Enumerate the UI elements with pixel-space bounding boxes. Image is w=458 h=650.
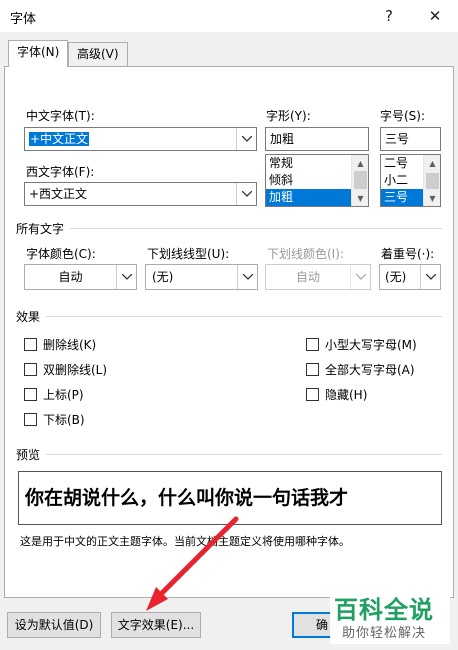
double-strikethrough-checkbox[interactable]: 双删除线(L) bbox=[24, 361, 107, 378]
scroll-down-icon[interactable]: ▼ bbox=[424, 190, 440, 206]
checkbox-box[interactable] bbox=[24, 363, 37, 376]
west-font-label: 西文字体(F): bbox=[26, 165, 95, 179]
checkbox-label: 隐藏(H) bbox=[325, 388, 368, 402]
tab-advanced[interactable]: 高级(V) bbox=[68, 42, 128, 66]
west-font-value: +西文正文 bbox=[29, 187, 88, 201]
checkbox-box[interactable] bbox=[24, 338, 37, 351]
chevron-down-icon[interactable] bbox=[237, 265, 257, 289]
underline-style-select[interactable]: (无) bbox=[145, 264, 258, 290]
section-title: 效果 bbox=[16, 310, 41, 324]
tab-font[interactable]: 字体(N) bbox=[8, 40, 69, 67]
close-button[interactable]: ✕ bbox=[422, 4, 448, 28]
checkbox-box[interactable] bbox=[306, 338, 319, 351]
dialog-title: 字体 bbox=[10, 12, 37, 27]
style-label: 字形(Y): bbox=[266, 109, 311, 123]
effects-section: 效果 bbox=[16, 308, 442, 325]
section-title: 预览 bbox=[16, 448, 41, 462]
all-text-section: 所有文字 bbox=[16, 220, 442, 237]
checkbox-label: 双删除线(L) bbox=[43, 363, 108, 377]
size-input[interactable]: 三号 bbox=[380, 127, 441, 151]
scroll-up-icon[interactable]: ▲ bbox=[424, 155, 440, 171]
text-effects-button[interactable]: 文字效果(E)... bbox=[111, 612, 201, 638]
chevron-down-icon bbox=[350, 265, 370, 289]
scroll-up-icon[interactable]: ▲ bbox=[352, 155, 368, 171]
strikethrough-checkbox[interactable]: 删除线(K) bbox=[24, 336, 96, 353]
underline-color-label: 下划线颜色(I): bbox=[267, 247, 344, 261]
underline-style-value: (无) bbox=[152, 270, 174, 284]
underline-color-select: 自动 bbox=[265, 264, 371, 290]
emphasis-label: 着重号(·): bbox=[381, 247, 435, 261]
checkbox-label: 上标(P) bbox=[43, 388, 84, 402]
watermark-title: 百科全说 bbox=[334, 596, 434, 624]
checkbox-box[interactable] bbox=[306, 388, 319, 401]
red-arrow-icon bbox=[146, 516, 239, 611]
set-default-button[interactable]: 设为默认值(D) bbox=[7, 612, 101, 638]
chevron-down-icon[interactable] bbox=[236, 128, 256, 150]
chevron-down-icon[interactable] bbox=[420, 265, 440, 289]
cn-font-select[interactable]: +中文正文 bbox=[24, 127, 257, 151]
hidden-checkbox[interactable]: 隐藏(H) bbox=[306, 386, 367, 403]
scroll-thumb[interactable] bbox=[354, 171, 367, 189]
style-listbox[interactable]: 常规 倾斜 加粗 ▲ ▼ bbox=[265, 154, 369, 207]
section-title: 所有文字 bbox=[16, 222, 65, 236]
help-button[interactable]: ? bbox=[376, 4, 402, 28]
checkbox-box[interactable] bbox=[24, 388, 37, 401]
scroll-thumb[interactable] bbox=[426, 173, 439, 189]
style-input[interactable]: 加粗 bbox=[265, 127, 369, 151]
checkbox-label: 全部大写字母(A) bbox=[325, 363, 415, 377]
all-caps-checkbox[interactable]: 全部大写字母(A) bbox=[306, 361, 415, 378]
small-caps-checkbox[interactable]: 小型大写字母(M) bbox=[306, 336, 417, 353]
subscript-checkbox[interactable]: 下标(B) bbox=[24, 411, 85, 428]
checkbox-box[interactable] bbox=[306, 363, 319, 376]
emphasis-select[interactable]: (无) bbox=[379, 264, 441, 290]
checkbox-label: 删除线(K) bbox=[43, 338, 97, 352]
chevron-down-icon[interactable] bbox=[236, 183, 256, 205]
checkbox-box[interactable] bbox=[24, 413, 37, 426]
size-listbox[interactable]: 二号 小二 三号 ▲ ▼ bbox=[380, 154, 441, 207]
cn-font-value: +中文正文 bbox=[29, 132, 90, 146]
scroll-down-icon[interactable]: ▼ bbox=[352, 190, 368, 206]
chevron-down-icon[interactable] bbox=[116, 265, 136, 289]
west-font-select[interactable]: +西文正文 bbox=[24, 182, 257, 206]
font-color-value: 自动 bbox=[58, 270, 83, 284]
font-color-label: 字体颜色(C): bbox=[26, 247, 96, 261]
preview-section: 预览 bbox=[16, 446, 442, 463]
underline-color-value: 自动 bbox=[295, 270, 320, 284]
cn-font-label: 中文字体(T): bbox=[26, 109, 95, 123]
scrollbar[interactable]: ▲ ▼ bbox=[423, 155, 440, 206]
superscript-checkbox[interactable]: 上标(P) bbox=[24, 386, 84, 403]
font-color-select[interactable]: 自动 bbox=[24, 264, 137, 290]
size-label: 字号(S): bbox=[380, 109, 426, 123]
emphasis-value: (无) bbox=[385, 270, 407, 284]
checkbox-label: 小型大写字母(M) bbox=[325, 338, 417, 352]
scrollbar[interactable]: ▲ ▼ bbox=[351, 155, 368, 206]
watermark-subtitle: 助你轻松解决 bbox=[342, 626, 427, 641]
underline-style-label: 下划线线型(U): bbox=[147, 247, 230, 261]
checkbox-label: 下标(B) bbox=[43, 413, 85, 427]
